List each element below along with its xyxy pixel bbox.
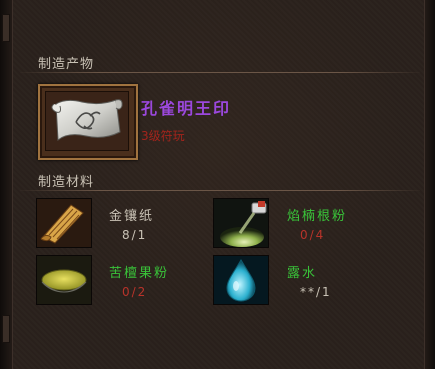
gold-paper-scroll-icon bbox=[37, 199, 91, 247]
water-drop-icon bbox=[214, 256, 268, 304]
material-name: 苦檀果粉 bbox=[109, 266, 170, 281]
material-name: 露水 bbox=[287, 266, 318, 281]
material-slot-gold-paper[interactable] bbox=[36, 198, 92, 248]
root-powder-icon bbox=[214, 199, 268, 247]
product-item-slot[interactable] bbox=[38, 84, 138, 160]
scroll-icon bbox=[45, 91, 129, 151]
product-subtitle: 3级符玩 bbox=[141, 129, 185, 143]
material-count: 0/4 bbox=[300, 228, 326, 242]
border-notch bbox=[2, 14, 10, 42]
product-section-title: 制造产物 bbox=[38, 57, 95, 72]
material-name: 金镶纸 bbox=[109, 209, 155, 224]
crafting-panel: 制造产物 孔雀明王印 3级符玩 制造材料 金镶纸 8/1 焰楠根粉 0/4 苦檀… bbox=[0, 0, 435, 369]
material-slot-fruit-powder[interactable] bbox=[36, 255, 92, 305]
material-slot-dew[interactable] bbox=[213, 255, 269, 305]
material-count: **/1 bbox=[300, 285, 332, 299]
materials-section-title: 制造材料 bbox=[38, 175, 95, 190]
section-divider bbox=[20, 190, 420, 191]
material-slot-root-powder[interactable] bbox=[213, 198, 269, 248]
section-divider bbox=[20, 72, 420, 73]
material-name: 焰楠根粉 bbox=[287, 209, 348, 224]
border-notch bbox=[2, 315, 10, 343]
material-count: 8/1 bbox=[122, 228, 148, 242]
material-count: 0/2 bbox=[122, 285, 148, 299]
fruit-powder-bowl-icon bbox=[37, 256, 91, 304]
panel-left-border bbox=[0, 0, 13, 369]
panel-right-border bbox=[424, 0, 435, 369]
product-name: 孔雀明王印 bbox=[141, 99, 232, 118]
